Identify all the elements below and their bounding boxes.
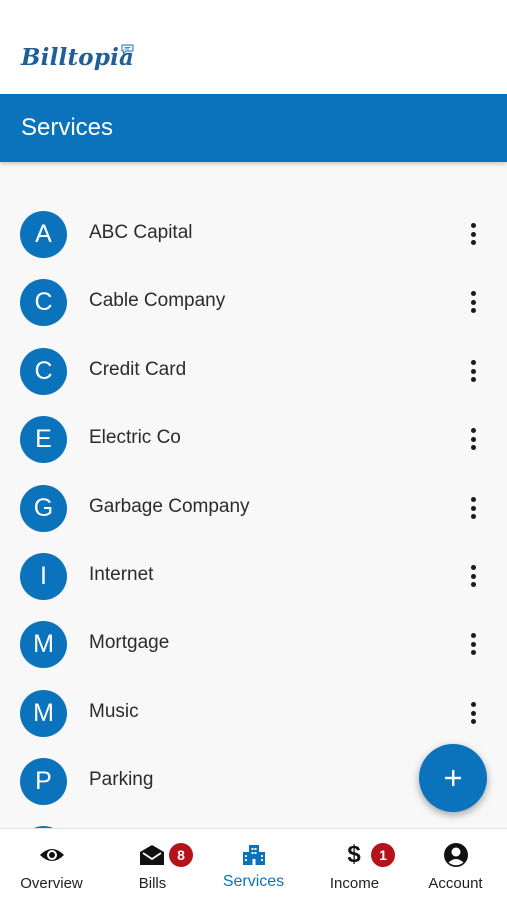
bills-badge: 8: [169, 843, 193, 867]
account-icon: [443, 843, 468, 867]
plus-icon: [445, 770, 461, 786]
envelope-icon: [140, 845, 164, 865]
list-item[interactable]: C Cable Company: [0, 268, 507, 336]
service-name: Electric Co: [89, 427, 181, 448]
service-avatar: M: [20, 621, 67, 668]
list-item[interactable]: M Mortgage: [0, 610, 507, 678]
bottom-navigation: Overview 8 Bills Services $ 1 Income Acc…: [0, 828, 507, 901]
more-options-icon[interactable]: [462, 425, 484, 453]
more-options-icon[interactable]: [462, 630, 484, 658]
dollar-icon: $: [347, 841, 361, 868]
eye-icon: [39, 849, 64, 861]
more-options-icon[interactable]: [462, 288, 484, 316]
buildings-icon: [242, 845, 265, 865]
more-options-icon[interactable]: [462, 220, 484, 248]
service-avatar: C: [20, 279, 67, 326]
nav-services[interactable]: Services: [203, 829, 304, 901]
service-avatar: E: [20, 416, 67, 463]
list-item[interactable]: M Music: [0, 679, 507, 747]
list-item[interactable]: E Electric Co: [0, 405, 507, 473]
nav-label: Overview: [20, 875, 83, 892]
service-name: Garbage Company: [89, 496, 250, 517]
page-header: Services: [0, 94, 507, 162]
service-name: Mortgage: [89, 632, 170, 653]
list-item[interactable]: C Credit Card: [0, 337, 507, 405]
nav-overview[interactable]: Overview: [1, 829, 102, 901]
service-name: Cable Company: [89, 290, 226, 311]
nav-income[interactable]: $ 1 Income: [304, 829, 405, 901]
services-list: A ABC Capital C Cable Company C Credit C…: [0, 200, 507, 828]
more-options-icon[interactable]: [462, 699, 484, 727]
more-options-icon[interactable]: [462, 357, 484, 385]
list-item[interactable]: I Internet: [0, 542, 507, 610]
service-avatar: C: [20, 348, 67, 395]
more-options-icon[interactable]: [462, 562, 484, 590]
more-options-icon[interactable]: [462, 494, 484, 522]
service-name: Parking: [89, 769, 154, 790]
page-title: Services: [21, 114, 114, 141]
nav-bills[interactable]: 8 Bills: [102, 829, 203, 901]
service-name: ABC Capital: [89, 222, 193, 243]
service-avatar: M: [20, 690, 67, 737]
nav-label: Services: [222, 873, 285, 890]
list-item[interactable]: G Garbage Company: [0, 474, 507, 542]
service-avatar: I: [20, 553, 67, 600]
nav-label: Account: [428, 875, 483, 892]
service-name: Credit Card: [89, 359, 187, 380]
add-service-button[interactable]: [419, 744, 487, 812]
service-avatar: G: [20, 485, 67, 532]
list-item-partial: [0, 815, 507, 828]
nav-account[interactable]: Account: [405, 829, 506, 901]
service-avatar: P: [20, 758, 67, 805]
service-avatar: A: [20, 211, 67, 258]
chat-bubble-icon: [121, 44, 134, 55]
nav-label: Income: [329, 875, 380, 892]
service-name: Music: [89, 701, 139, 722]
nav-label: Bills: [138, 875, 167, 892]
app-logo: Billtopia: [21, 44, 135, 71]
list-item[interactable]: A ABC Capital: [0, 200, 507, 268]
top-bar: Billtopia: [0, 0, 507, 94]
income-badge: 1: [371, 843, 395, 867]
service-name: Internet: [89, 564, 154, 585]
